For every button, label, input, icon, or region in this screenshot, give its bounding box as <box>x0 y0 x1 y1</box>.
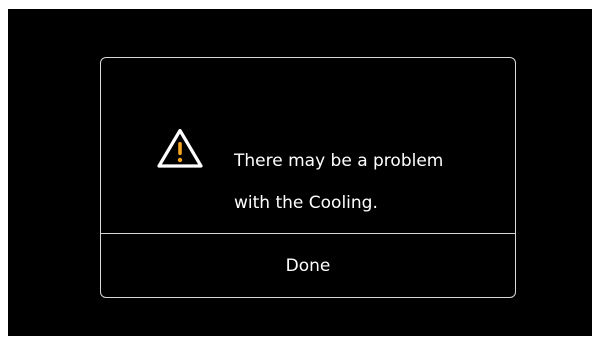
warning-triangle-icon <box>157 128 203 168</box>
done-button-label: Done <box>285 255 331 276</box>
alert-message-line-2: with the Cooling. <box>234 193 378 213</box>
done-button[interactable]: Done <box>101 234 515 297</box>
alert-message-line-1: There may be a problem <box>234 151 444 171</box>
alert-dialog: There may be a problem with the Cooling.… <box>100 57 516 298</box>
alert-message-area: There may be a problem with the Cooling. <box>101 58 515 233</box>
alert-message: There may be a problem with the Cooling. <box>234 130 494 235</box>
device-screen: There may be a problem with the Cooling.… <box>8 9 592 336</box>
